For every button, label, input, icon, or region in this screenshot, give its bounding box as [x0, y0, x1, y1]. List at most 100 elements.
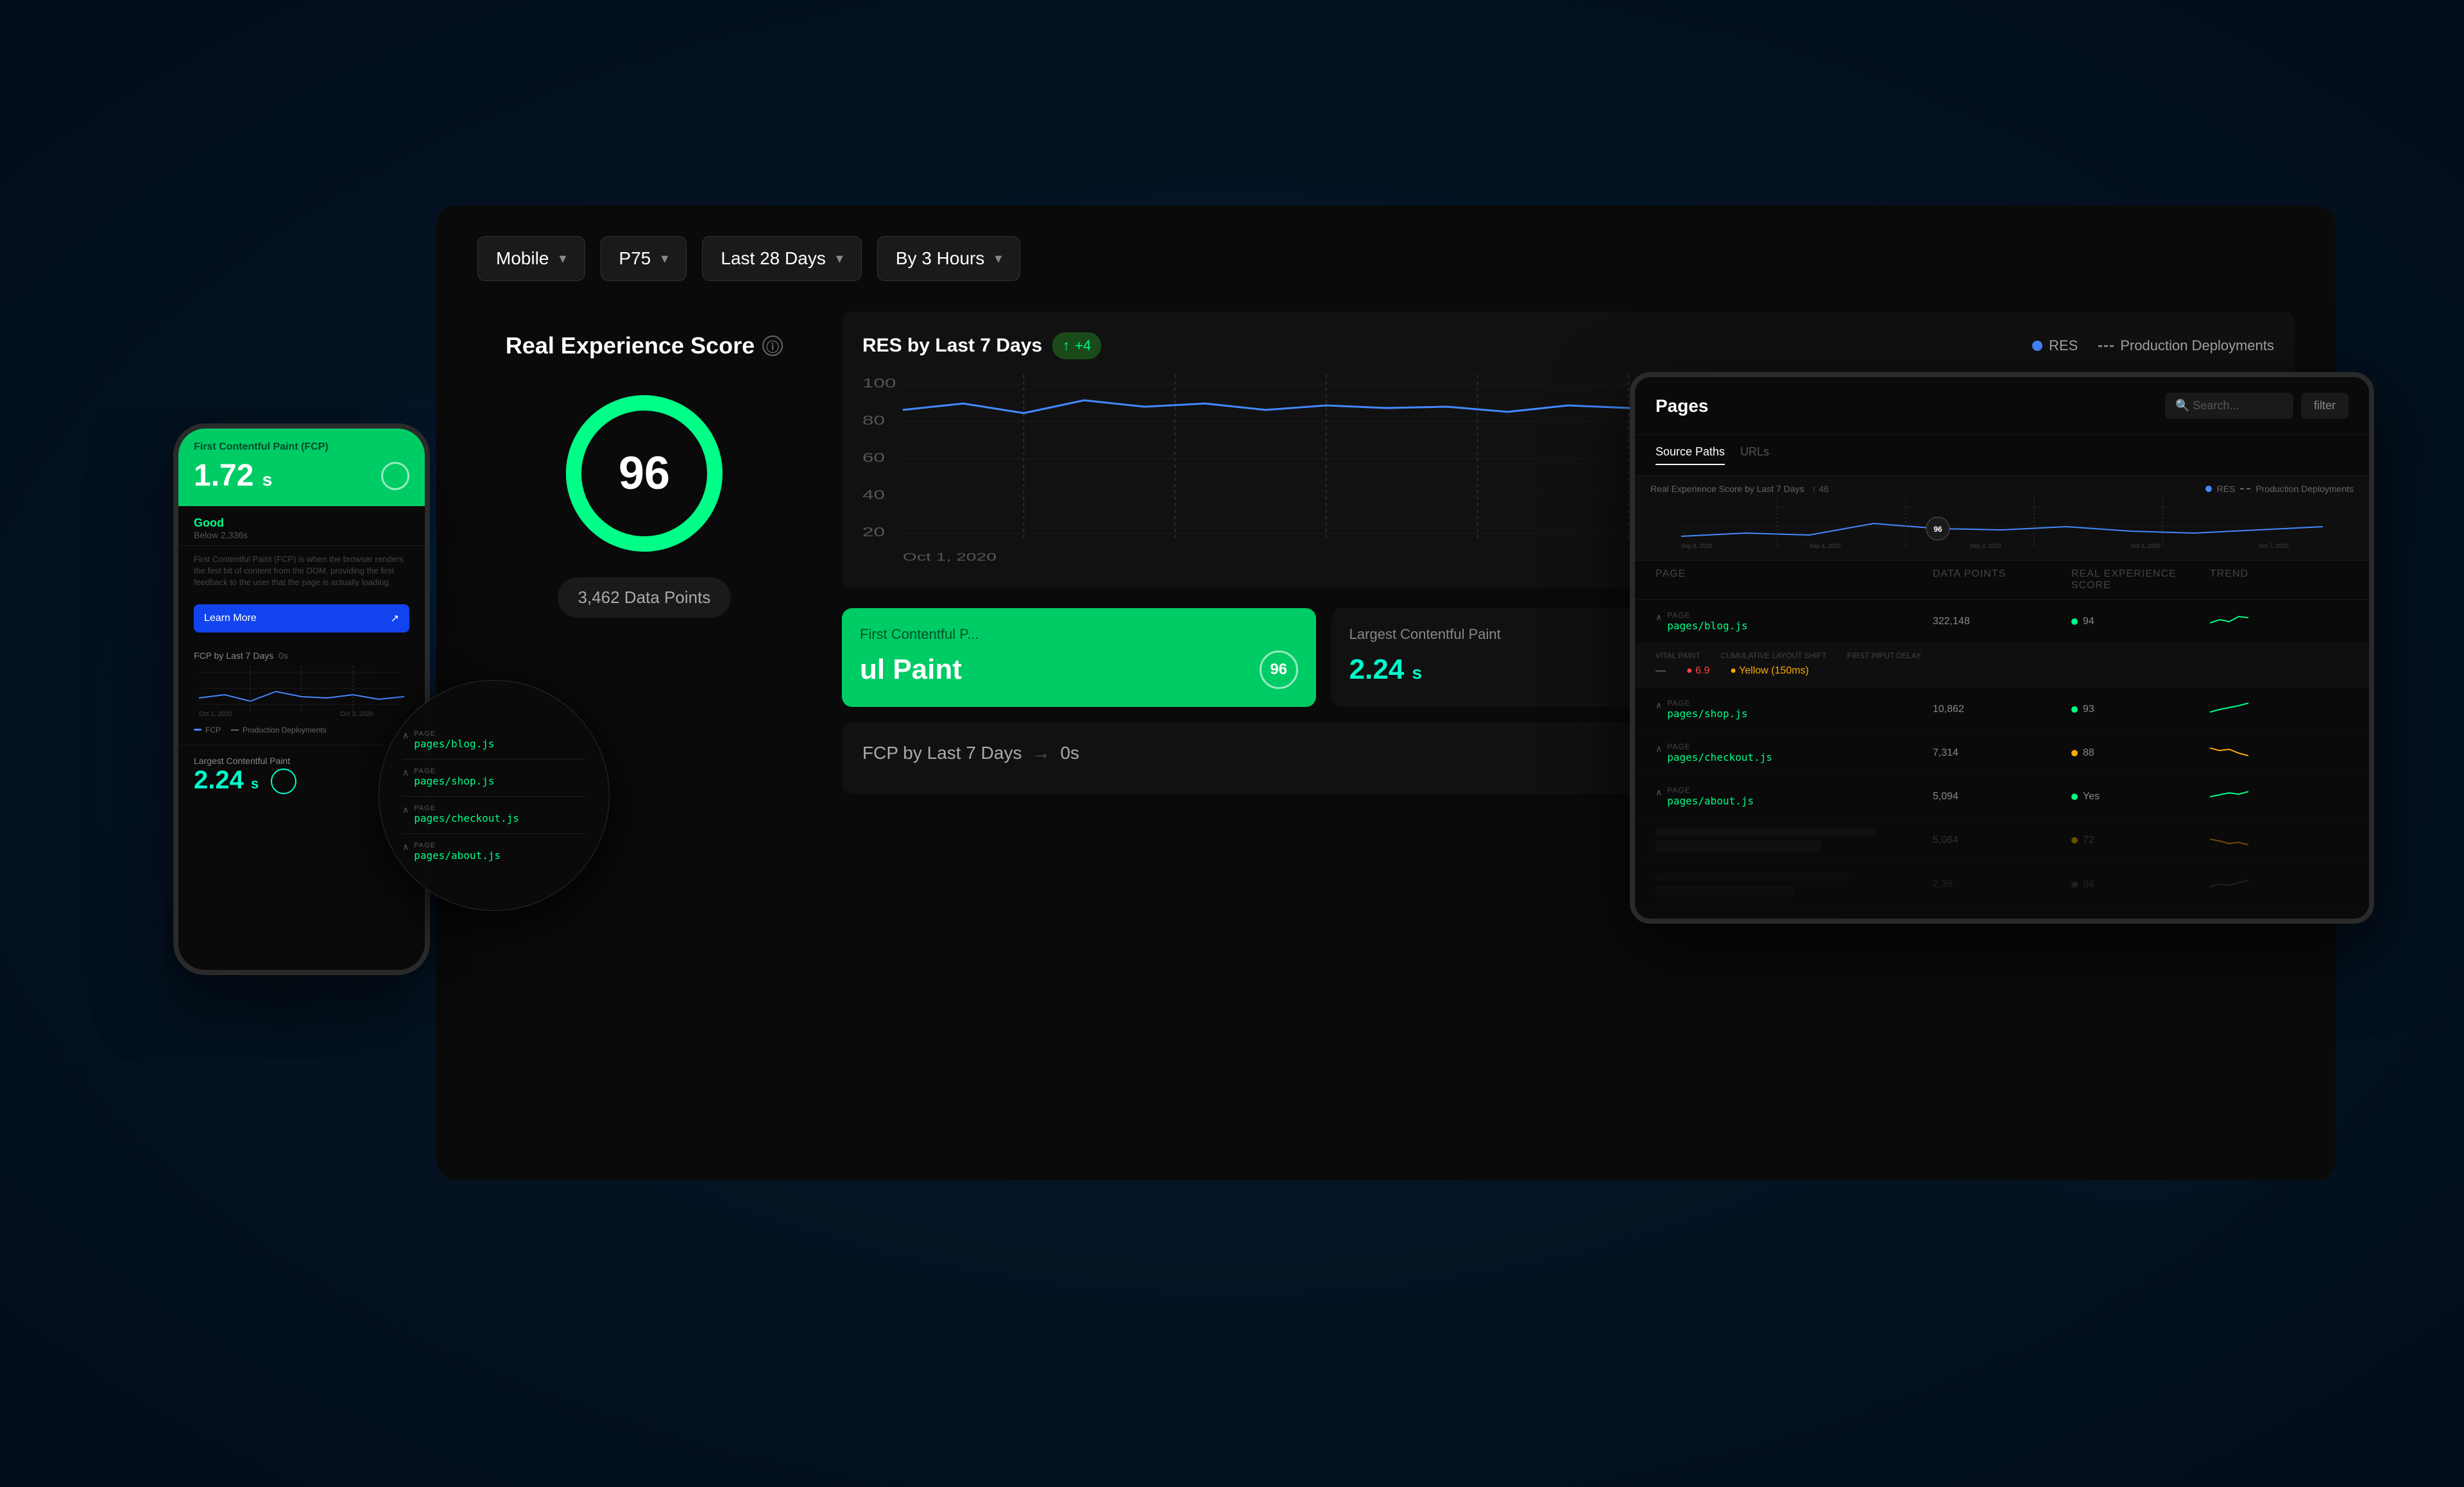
svg-text:100: 100: [862, 376, 896, 391]
timerange-dropdown[interactable]: Last 28 Days ▾: [702, 236, 861, 281]
tablet-header: Pages 🔍 Search... filter: [1635, 377, 2369, 435]
trend-cell: [2210, 874, 2348, 896]
svg-text:Oct 3, 2020: Oct 3, 2020: [340, 711, 373, 717]
res-score-val: 94: [2083, 616, 2094, 627]
svg-text:Oct 7, 2020: Oct 7, 2020: [2259, 543, 2289, 549]
phone-fcp-header: First Contentful Paint (FCP): [194, 441, 409, 453]
tablet-chart-badge: ↑ 46: [1812, 484, 1829, 494]
fcp-chart-label: FCP by Last 7 Days: [862, 743, 1022, 763]
arrow-right-icon: →: [1032, 743, 1050, 763]
device-label: Mobile: [496, 248, 549, 269]
table-row: 5,064 72: [1635, 819, 2369, 863]
tablet-table-header: PAGE DATA POINTS REAL EXPERIENCE SCORE T…: [1635, 561, 2369, 600]
good-sub: Below 2,336s: [194, 530, 409, 540]
trend-cell: [2210, 742, 2348, 764]
page-path: pages/blog.js: [1667, 620, 1747, 632]
expand-icon[interactable]: ∧: [1656, 700, 1662, 711]
table-row: ∧ PAGE pages/checkout.js 7,314 88: [1635, 731, 2369, 775]
phone-legend-fcp: FCP: [205, 726, 221, 735]
res-score-val: 93: [2083, 704, 2094, 715]
phone-mini-chart: FCP by Last 7 Days 0s Oct 1, 2020 Oct 3,…: [178, 640, 425, 745]
legend-res: RES: [2032, 337, 2078, 354]
context-item: ∧ PAGE pages/checkout.js: [402, 804, 586, 834]
device-dropdown[interactable]: Mobile ▾: [477, 236, 585, 281]
learn-more-button[interactable]: Learn More ↗: [194, 604, 409, 633]
expand-icon[interactable]: ∧: [1656, 612, 1662, 623]
phone-content: First Contentful Paint (FCP) 1.72 s Good…: [178, 429, 425, 970]
search-placeholder: Search...: [2193, 399, 2239, 412]
x-axis-label: Oct 1, 2020: [903, 551, 997, 564]
tablet-title: Pages: [1656, 396, 1709, 416]
tab-urls[interactable]: URLs: [1740, 445, 1769, 465]
res-chart-delta: +4: [1075, 337, 1091, 354]
legend-deployments: Production Deployments: [2098, 337, 2274, 354]
expand-icon[interactable]: ∧: [402, 842, 409, 853]
chevron-down-icon: ▾: [995, 250, 1002, 267]
external-link-icon: ↗: [391, 612, 399, 625]
tablet-search-input[interactable]: 🔍 Search...: [2165, 393, 2293, 419]
res-title-row: Real Experience Score ⓘ: [506, 332, 783, 359]
good-label: Good: [194, 516, 409, 530]
res-chart-badge: ↑ +4: [1052, 332, 1101, 359]
col-trend: TREND: [2210, 568, 2348, 591]
tablet-legend-deployments: Production Deployments: [2255, 484, 2354, 494]
chevron-down-icon: ▾: [661, 250, 668, 267]
table-row: ∧ PAGE pages/shop.js 10,862 93: [1635, 688, 2369, 731]
tab-source-paths[interactable]: Source Paths: [1656, 445, 1725, 465]
interval-label: By 3 Hours: [896, 248, 985, 269]
page-label: PAGE: [1667, 611, 1747, 620]
res-donut-chart: 96: [561, 390, 728, 557]
page-label: PAGE: [1667, 742, 1772, 751]
tablet-mockup: Pages 🔍 Search... filter Source Paths UR…: [1630, 372, 2374, 924]
table-row: ∧ PAGE pages/about.js 5,094 Yes: [1635, 775, 2369, 819]
res-score-val: 88: [2083, 747, 2094, 759]
page-label: PAGE: [1667, 786, 1754, 795]
res-score-cell: 72: [2071, 835, 2210, 846]
tablet-mini-chart-title: Real Experience Score by Last 7 Days: [1650, 484, 1804, 494]
expand-icon[interactable]: ∧: [402, 804, 409, 815]
expand-icon[interactable]: ∧: [402, 730, 409, 741]
timer-icon: [381, 462, 409, 490]
phone-lcp-label: Largest Contentful Paint: [194, 756, 409, 766]
page-path: pages/shop.js: [1667, 708, 1747, 720]
up-arrow-icon: ↑: [1063, 337, 1070, 354]
svg-text:80: 80: [862, 413, 885, 428]
col-res: REAL EXPERIENCE SCORE: [2071, 568, 2210, 591]
tablet-filter-button[interactable]: filter: [2301, 393, 2348, 419]
res-chart-title: RES by Last 7 Days: [862, 335, 1042, 357]
fcp-score-badge: 96: [1260, 650, 1298, 689]
fcp-label: First Contentful P...: [860, 626, 1298, 643]
toolbar: Mobile ▾ P75 ▾ Last 28 Days ▾ By 3 Hours…: [436, 205, 2336, 312]
expand-icon[interactable]: ∧: [402, 767, 409, 778]
expand-icon[interactable]: ∧: [1656, 787, 1662, 798]
trend-cell: [2210, 698, 2348, 720]
context-label: PAGE: [414, 730, 494, 738]
svg-text:Oct 1, 2020: Oct 1, 2020: [199, 711, 232, 717]
res-chart-header: RES by Last 7 Days ↑ +4 RES: [862, 332, 2274, 359]
percentile-label: P75: [619, 248, 651, 269]
trend-cell: [2210, 785, 2348, 808]
svg-text:20: 20: [862, 525, 885, 540]
score-indicator: [2071, 881, 2078, 888]
page-path: pages/about.js: [1667, 795, 1754, 807]
data-points-value: 5,064: [1933, 835, 2071, 846]
legend-deployments-label: Production Deployments: [2120, 337, 2274, 354]
vital-paint-val: —: [1656, 665, 1666, 677]
col-layout-shift: CUMULATIVE LAYOUT SHIFT: [1721, 651, 1827, 660]
input-delay-val: ● Yellow (150ms): [1730, 665, 1809, 677]
expand-icon[interactable]: ∧: [1656, 744, 1662, 754]
context-item: ∧ PAGE pages/blog.js: [402, 730, 586, 760]
interval-dropdown[interactable]: By 3 Hours ▾: [877, 236, 1021, 281]
tablet-content: Pages 🔍 Search... filter Source Paths UR…: [1635, 377, 2369, 919]
res-score-section: Real Experience Score ⓘ 96 3,462 Data Po…: [477, 312, 811, 638]
context-path: pages/about.js: [414, 849, 501, 862]
percentile-dropdown[interactable]: P75 ▾: [601, 236, 687, 281]
info-icon[interactable]: ⓘ: [762, 336, 783, 356]
phone-legend-deployments: Production Deployments: [243, 726, 327, 735]
context-menu-circle: ∧ PAGE pages/blog.js ∧ PAGE pages/shop.j…: [379, 680, 610, 911]
tablet-tabs: Source Paths URLs: [1635, 435, 2369, 476]
data-points-value: 7,314: [1933, 747, 2071, 759]
fcp-metric-card: First Contentful P... ul Paint 96: [842, 608, 1316, 707]
lcp-timer-icon: [271, 769, 296, 794]
chevron-down-icon: ▾: [559, 250, 566, 267]
